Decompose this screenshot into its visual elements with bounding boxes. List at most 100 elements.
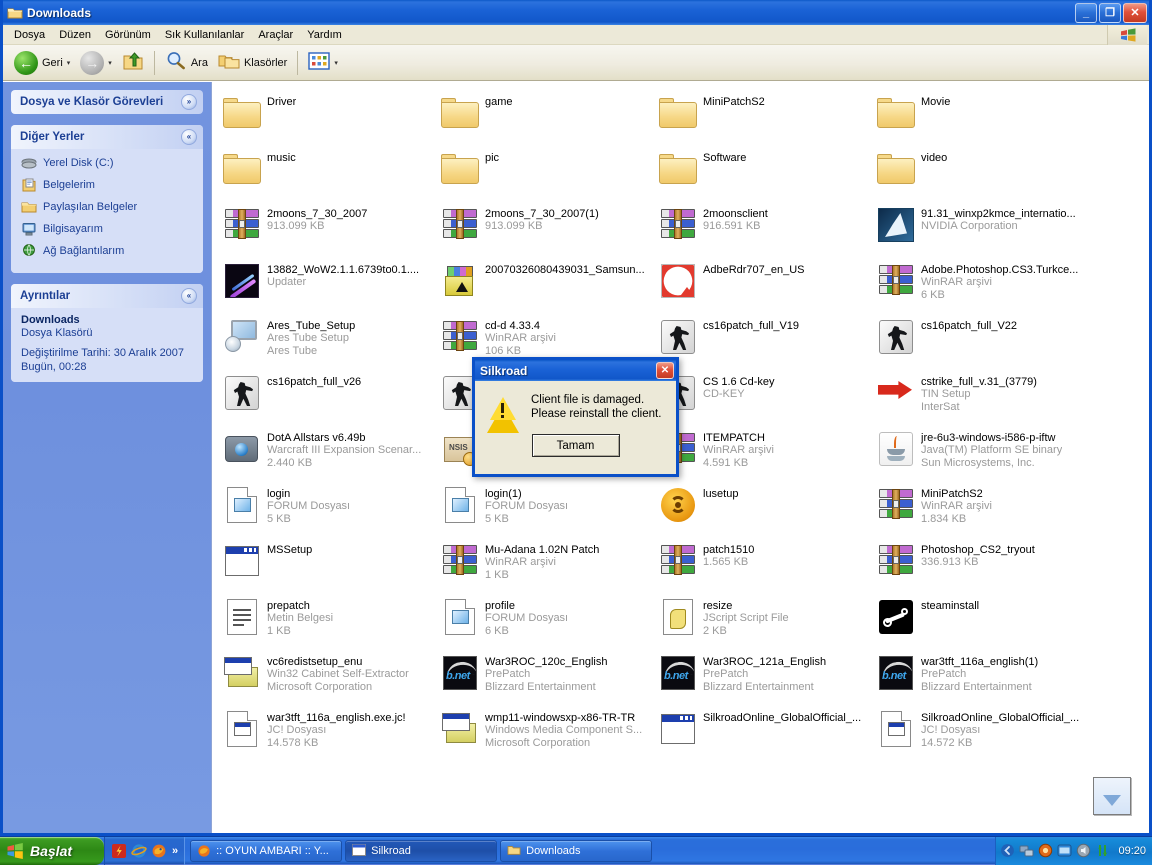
file-list[interactable]: DrivergameMiniPatchS2Movie musicpicSoftwa… (211, 82, 1149, 833)
file-list-item[interactable]: 2moons_7_30_2007913.099 KB (218, 202, 436, 258)
file-list-item[interactable]: cs16patch_full_v26 (218, 370, 436, 426)
file-list-item[interactable]: Driver (218, 90, 436, 146)
volume-icon[interactable] (1076, 843, 1091, 858)
file-list-item[interactable]: cs16patch_full_V19 (654, 314, 872, 370)
file-list-item[interactable]: login(1)FORUM Dosyası5 KB (436, 482, 654, 538)
file-list-item[interactable]: lusetup (654, 482, 872, 538)
file-list-item[interactable]: game (436, 90, 654, 146)
minimize-button[interactable]: _ (1075, 3, 1097, 23)
file-list-item[interactable]: CS 1.6 Cd-keyCD-KEY (654, 370, 872, 426)
network-activity-icon[interactable] (1095, 843, 1110, 858)
file-list-item[interactable]: wmp11-windowsxp-x86-TR-TRWindows Media C… (436, 706, 654, 762)
file-icon (875, 428, 917, 470)
file-list-item[interactable]: b.netWar3ROC_120c_EnglishPrePatchBlizzar… (436, 650, 654, 706)
forward-dropdown-caret-icon[interactable]: ▾ (108, 59, 112, 67)
file-list-item[interactable]: MiniPatchS2WinRAR arşivi1.834 KB (872, 482, 1090, 538)
file-text: SilkroadOnline_GlobalOfficial_...JC! Dos… (917, 708, 1079, 750)
maximize-button[interactable]: ❐ (1099, 3, 1121, 23)
file-list-item[interactable]: resizeJScript Script File2 KB (654, 594, 872, 650)
menu-item-gorunum[interactable]: Görünüm (98, 27, 158, 43)
file-list-item[interactable]: jre-6u3-windows-i586-p-iftwJava(TM) Plat… (872, 426, 1090, 482)
other-places-header[interactable]: Diğer Yerler « (11, 125, 203, 149)
file-list-item[interactable]: cstrike_full_v.31_(3779)TIN SetupInterSa… (872, 370, 1090, 426)
firefox-icon (197, 844, 211, 858)
menu-item-duzen[interactable]: Düzen (52, 27, 98, 43)
menu-item-sik-kullanilanlar[interactable]: Sık Kullanılanlar (158, 27, 252, 43)
file-list-item[interactable]: 91.31_winxp2kmce_internatio...NVIDIA Cor… (872, 202, 1090, 258)
file-icon (221, 708, 263, 750)
show-hidden-icons-icon[interactable] (1000, 843, 1015, 858)
file-list-item[interactable]: patch15101.565 KB (654, 538, 872, 594)
chevron-down-icon[interactable]: » (181, 94, 197, 110)
file-list-item[interactable]: Mu-Adana 1.02N PatchWinRAR arşivi1 KB (436, 538, 654, 594)
file-list-item[interactable]: 2moonsclient916.591 KB (654, 202, 872, 258)
file-list-item[interactable]: Photoshop_CS2_tryout336.913 KB (872, 538, 1090, 594)
file-list-item[interactable]: MiniPatchS2 (654, 90, 872, 146)
file-list-item[interactable]: ITEMPATCHWinRAR arşivi4.591 KB (654, 426, 872, 482)
file-list-item[interactable]: SilkroadOnline_GlobalOfficial_... (654, 706, 872, 762)
taskbar-item-silkroad[interactable]: Silkroad (345, 840, 497, 862)
sidebar-item-belgelerim[interactable]: Belgelerim (21, 177, 195, 193)
quick-launch-more-icon[interactable]: » (172, 845, 178, 857)
folders-button[interactable]: Klasörler (213, 48, 292, 78)
file-list-item[interactable]: war3tft_116a_english.exe.jc!JC! Dosyası1… (218, 706, 436, 762)
file-list-item[interactable]: prepatchMetin Belgesi1 KB (218, 594, 436, 650)
file-list-item[interactable]: 20070326080439031_Samsun... (436, 258, 654, 314)
file-list-item[interactable]: steaminstall (872, 594, 1090, 650)
file-list-item[interactable]: Ares_Tube_SetupAres Tube SetupAres Tube (218, 314, 436, 370)
file-list-item[interactable]: 2moons_7_30_2007(1)913.099 KB (436, 202, 654, 258)
chevron-up-icon[interactable]: « (181, 288, 197, 304)
file-list-item[interactable]: AdbeRdr707_en_US (654, 258, 872, 314)
views-dropdown-caret-icon[interactable]: ▾ (334, 59, 338, 67)
file-list-item[interactable]: DotA Allstars v6.49bWarcraft III Expansi… (218, 426, 436, 482)
sidebar-item-paylasilan-belgeler[interactable]: Paylaşılan Belgeler (21, 199, 195, 215)
up-button[interactable] (117, 48, 149, 78)
sidebar-item-bilgisayarim[interactable]: Bilgisayarım (21, 221, 195, 237)
file-list-item[interactable]: MSSetup (218, 538, 436, 594)
network-icon[interactable] (1019, 843, 1034, 858)
menu-item-yardim[interactable]: Yardım (300, 27, 349, 43)
antivirus-icon[interactable] (1038, 843, 1053, 858)
file-list-item[interactable]: vc6redistsetup_enuWin32 Cabinet Self-Ext… (218, 650, 436, 706)
file-list-item[interactable]: b.netWar3ROC_121a_EnglishPrePatchBlizzar… (654, 650, 872, 706)
file-list-item[interactable]: loginFORUM Dosyası5 KB (218, 482, 436, 538)
file-and-folder-tasks-header[interactable]: Dosya ve Klasör Görevleri » (11, 90, 203, 114)
taskbar-item-oyun-ambari[interactable]: :: OYUN AMBARI :: Y... (190, 840, 342, 862)
file-list-item[interactable]: Movie (872, 90, 1090, 146)
menu-item-araclar[interactable]: Araçlar (251, 27, 300, 43)
file-list-item[interactable]: music (218, 146, 436, 202)
close-icon[interactable]: ✕ (656, 362, 674, 379)
close-button[interactable]: ✕ (1123, 3, 1147, 23)
winamp-icon[interactable] (111, 843, 127, 859)
file-list-item[interactable]: Adobe.Photoshop.CS3.Turkce...WinRAR arşi… (872, 258, 1090, 314)
file-list-item[interactable]: Software (654, 146, 872, 202)
forward-button[interactable]: → ▾ (75, 48, 117, 78)
internet-explorer-icon[interactable] (131, 843, 147, 859)
sidebar-item-yerel-disk[interactable]: Yerel Disk (C:) (21, 155, 195, 171)
download-arrow-icon[interactable] (1093, 777, 1131, 815)
taskbar-item-downloads[interactable]: Downloads (500, 840, 652, 862)
search-button[interactable]: Ara (160, 48, 213, 78)
dialog-title-bar[interactable]: Silkroad ✕ (475, 360, 676, 381)
menu-item-dosya[interactable]: Dosya (7, 27, 52, 43)
file-list-item[interactable]: pic (436, 146, 654, 202)
firefox-icon[interactable] (151, 843, 167, 859)
ok-button[interactable]: Tamam (532, 434, 620, 457)
file-list-item[interactable]: cs16patch_full_V22 (872, 314, 1090, 370)
clock[interactable]: 09:20 (1118, 845, 1146, 857)
views-button[interactable]: ▾ (303, 48, 343, 78)
file-list-item[interactable]: profileFORUM Dosyası6 KB (436, 594, 654, 650)
sidebar-item-ag-baglantilarim[interactable]: Ağ Bağlantılarım (21, 243, 195, 259)
file-list-item[interactable]: video (872, 146, 1090, 202)
back-button[interactable]: ← Geri ▾ (9, 48, 75, 78)
title-bar[interactable]: Downloads _ ❐ ✕ (3, 0, 1149, 25)
file-list-item[interactable]: b.netwar3tft_116a_english(1)PrePatchBliz… (872, 650, 1090, 706)
back-dropdown-caret-icon[interactable]: ▾ (67, 59, 71, 67)
silkroad-error-dialog[interactable]: Silkroad ✕ Client file is damaged. Pleas… (472, 357, 679, 477)
start-button[interactable]: Başlat (0, 837, 104, 865)
file-list-item[interactable]: SilkroadOnline_GlobalOfficial_...JC! Dos… (872, 706, 1090, 762)
file-list-item[interactable]: 13882_WoW2.1.1.6739to0.1....Updater (218, 258, 436, 314)
chevron-up-icon[interactable]: « (181, 129, 197, 145)
messenger-icon[interactable] (1057, 843, 1072, 858)
details-header[interactable]: Ayrıntılar « (11, 284, 203, 308)
